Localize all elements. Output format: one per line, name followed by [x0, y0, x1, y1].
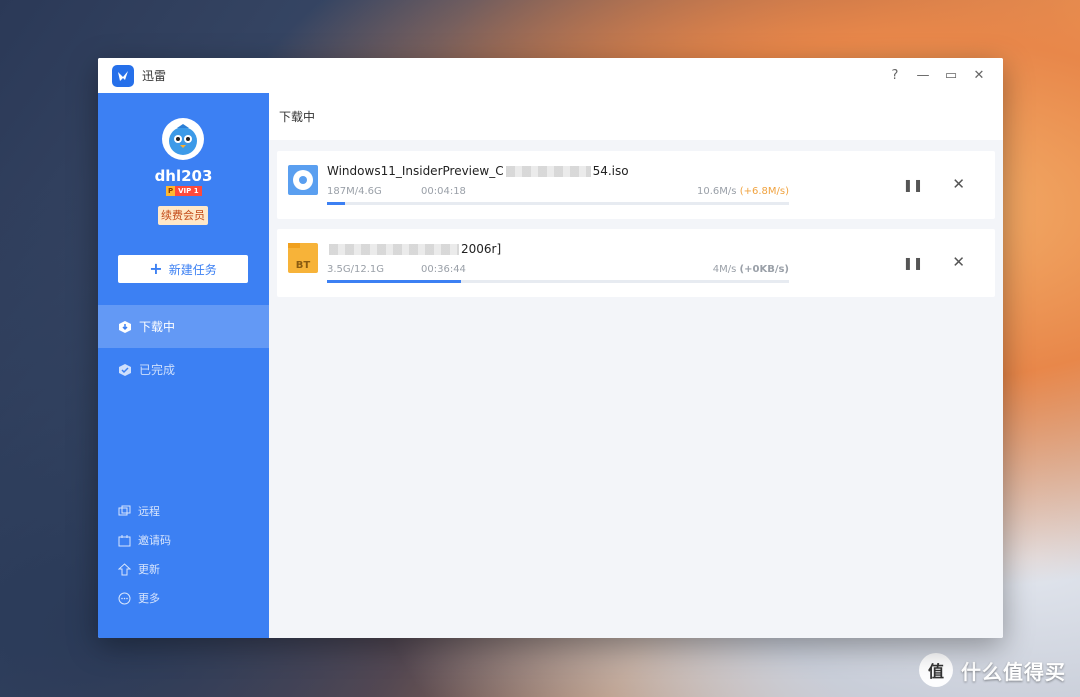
plus-icon: +	[149, 259, 163, 278]
task-filename: Windows11_InsiderPreview_C 54.iso	[327, 164, 629, 178]
nav-completed[interactable]: 已完成	[98, 348, 269, 391]
invite-icon	[118, 534, 131, 546]
sidebar: dhl203 P VIP 1 续费会员 + 新建任务 下载中 已完成 远程 邀请…	[98, 93, 269, 638]
app-title: 迅雷	[142, 69, 167, 83]
task-speed-boost: (+6.8M/s)	[739, 186, 789, 197]
new-task-label: 新建任务	[168, 262, 217, 277]
task-progress-size: 187M/4.6G	[327, 186, 382, 197]
sidebar-item-remote-label: 远程	[138, 505, 160, 518]
download-shield-icon	[119, 320, 131, 333]
sidebar-item-invite[interactable]: 邀请码	[118, 532, 171, 548]
more-dots-icon	[118, 592, 131, 604]
task-speed-value: 4M/s	[712, 264, 737, 275]
sidebar-item-more[interactable]: 更多	[118, 590, 160, 606]
svg-text:BT: BT	[296, 260, 311, 271]
maximize-button[interactable]: ▭	[937, 68, 965, 83]
nav-downloading-label: 下载中	[139, 320, 176, 334]
task-speed: 10.6M/s (+6.8M/s)	[697, 186, 789, 197]
remote-icon	[118, 505, 131, 515]
task-progress-fill	[327, 280, 461, 283]
vip-p-label: P	[166, 186, 176, 196]
task-progress-bar	[327, 202, 789, 205]
sidebar-item-update[interactable]: 更新	[118, 561, 160, 577]
task-filename-suffix: 2006r]	[461, 242, 502, 256]
task-speed-boost: (+0KB/s)	[739, 264, 789, 275]
sidebar-item-update-label: 更新	[138, 563, 160, 576]
bt-folder-icon: BT	[288, 243, 318, 273]
redacted-text	[505, 165, 591, 177]
nav-downloading[interactable]: 下载中	[98, 305, 269, 348]
watermark: 值 什么值得买	[919, 653, 1066, 687]
vip-level: VIP 1	[175, 186, 202, 196]
main-content: 下载中 Windows11_InsiderPreview_C 54.iso 18…	[269, 93, 1003, 638]
check-shield-icon	[119, 363, 131, 376]
task-filename-suffix: 54.iso	[592, 164, 629, 178]
page-title: 下载中	[269, 93, 1003, 140]
delete-task-button[interactable]: ✕	[952, 253, 965, 271]
bird-avatar-icon	[169, 124, 197, 155]
download-task-row[interactable]: Windows11_InsiderPreview_C 54.iso 187M/4…	[277, 151, 995, 219]
task-progress-fill	[327, 202, 346, 205]
vip-badge: P VIP 1	[166, 186, 202, 196]
pause-button[interactable]: ❚❚	[903, 178, 923, 192]
delete-task-button[interactable]: ✕	[952, 175, 965, 193]
download-task-row[interactable]: BT 2006r] 3.5G/12.1G 00:36:44 4M/s (+0KB…	[277, 229, 995, 297]
help-button[interactable]: ?	[881, 68, 909, 83]
task-progress-size: 3.5G/12.1G	[327, 264, 385, 275]
close-button[interactable]: ✕	[965, 68, 993, 83]
sidebar-item-more-label: 更多	[138, 592, 160, 605]
update-arrow-icon	[118, 562, 131, 575]
sidebar-item-invite-label: 邀请码	[138, 534, 171, 547]
watermark-text: 什么值得买	[961, 659, 1066, 684]
task-filename: 2006r]	[327, 242, 501, 256]
title-bar[interactable]: 迅雷 ? — ▭ ✕	[98, 58, 1003, 94]
pause-button[interactable]: ❚❚	[903, 256, 923, 270]
app-logo-icon	[112, 64, 134, 87]
task-progress-bar	[327, 280, 789, 283]
redacted-text	[329, 243, 459, 255]
task-time-left: 00:36:44	[421, 264, 466, 275]
task-speed: 4M/s (+0KB/s)	[713, 264, 789, 275]
task-filename-prefix: Windows11_InsiderPreview_C	[327, 164, 504, 178]
renew-membership-button[interactable]: 续费会员	[158, 206, 208, 225]
window-controls: ? — ▭ ✕	[881, 68, 993, 83]
new-task-button[interactable]: + 新建任务	[118, 255, 248, 283]
watermark-logo: 值	[919, 653, 953, 687]
sidebar-item-remote[interactable]: 远程	[118, 503, 160, 519]
disc-image-icon	[288, 165, 318, 195]
task-speed-value: 10.6M/s	[697, 186, 737, 197]
minimize-button[interactable]: —	[909, 68, 937, 83]
avatar[interactable]	[162, 118, 204, 160]
task-time-left: 00:04:18	[421, 186, 466, 197]
nav-completed-label: 已完成	[139, 363, 176, 377]
app-window: 迅雷 ? — ▭ ✕ dhl203 P VIP 1 续费会员 + 新建任务 下载…	[98, 58, 1003, 638]
username: dhl203	[154, 167, 213, 185]
